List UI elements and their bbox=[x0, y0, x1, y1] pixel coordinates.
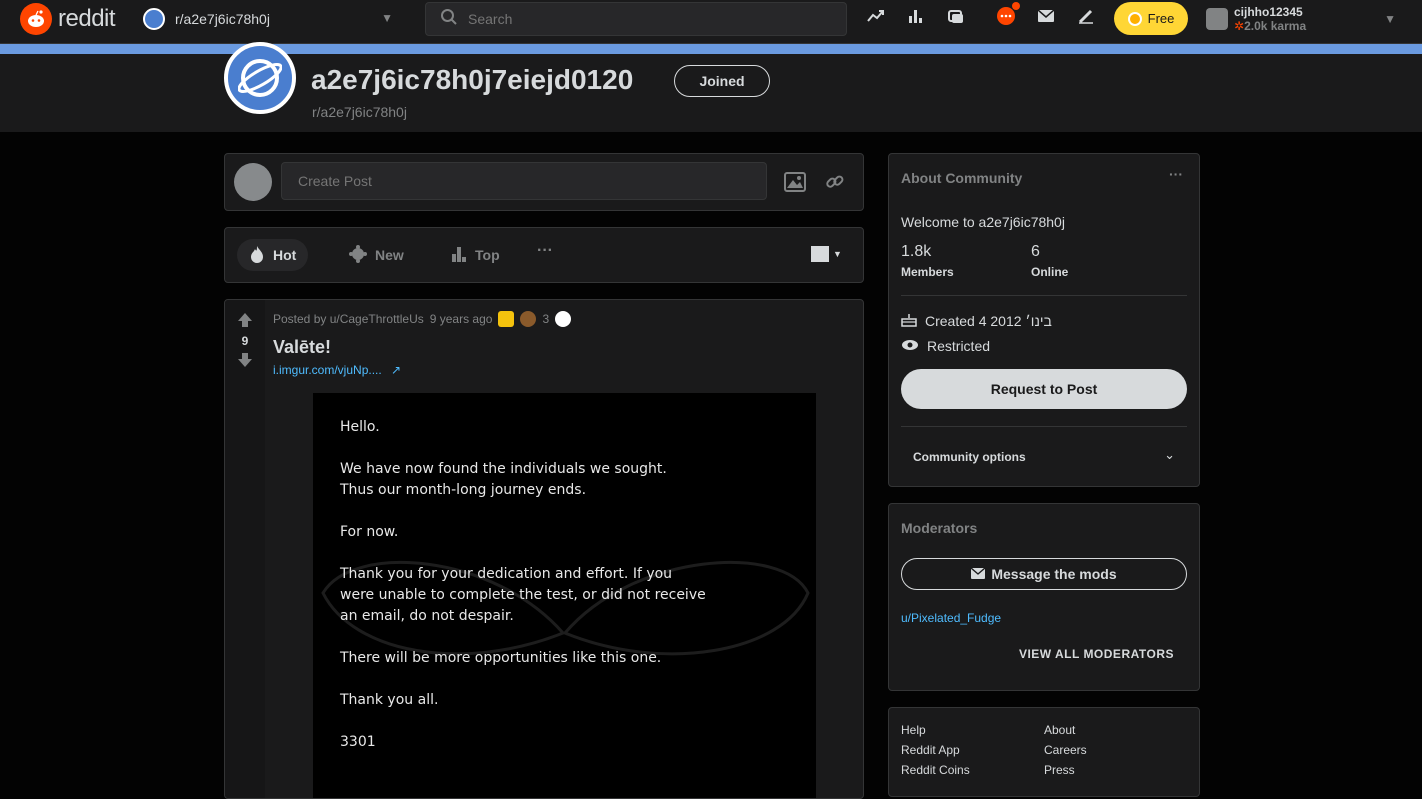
restricted-row: Restricted bbox=[901, 338, 990, 354]
joined-button[interactable]: Joined bbox=[674, 65, 770, 97]
create-post-input[interactable] bbox=[281, 162, 767, 200]
sort-bar: Hot New Top ··· ▼ bbox=[224, 227, 864, 283]
post-link[interactable]: i.imgur.com/vjuNp.... ↗ bbox=[273, 363, 401, 377]
sparkle-icon bbox=[349, 244, 367, 266]
current-community: r/a2e7j6ic78h0j bbox=[175, 11, 270, 27]
search-input[interactable] bbox=[468, 11, 828, 27]
message-mods-button[interactable]: Message the mods bbox=[901, 558, 1187, 590]
sort-new-tab[interactable]: New bbox=[337, 239, 416, 271]
create-post-box bbox=[224, 153, 864, 211]
mail-icon[interactable] bbox=[1036, 6, 1056, 26]
view-toggle-button[interactable]: ▼ bbox=[811, 246, 842, 262]
award-box-icon bbox=[498, 311, 515, 327]
user-info: cijhho12345 ✲2.0k karma bbox=[1234, 5, 1306, 33]
about-community-card: About Community ··· Welcome to a2e7j6ic7… bbox=[888, 153, 1200, 487]
cake-icon bbox=[901, 311, 917, 330]
chevron-down-icon: ▼ bbox=[1384, 12, 1396, 26]
post-author[interactable]: Posted by u/CageThrottleUs bbox=[273, 312, 424, 326]
external-link-icon: ↗ bbox=[391, 363, 402, 377]
view-all-moderators-link[interactable]: VIEW ALL MODERATORS bbox=[1019, 647, 1174, 661]
coin-icon bbox=[1127, 11, 1142, 26]
top-icon-group bbox=[866, 2, 1096, 26]
subreddit-planet-icon bbox=[224, 42, 296, 114]
sort-hot-tab[interactable]: Hot bbox=[237, 239, 309, 271]
user-avatar bbox=[1206, 8, 1228, 30]
downvote-icon[interactable] bbox=[237, 352, 253, 368]
divider bbox=[901, 295, 1187, 296]
subreddit-name: r/a2e7j6ic78h0j bbox=[312, 104, 407, 120]
divider bbox=[901, 426, 1187, 427]
search-bar[interactable] bbox=[425, 2, 847, 36]
post-meta: Posted by u/CageThrottleUs 9 years ago 3 bbox=[273, 311, 572, 327]
award-count: 3 bbox=[542, 312, 550, 326]
karma-count: ✲2.0k karma bbox=[1234, 19, 1307, 33]
request-to-post-button[interactable]: Request to Post bbox=[901, 369, 1187, 409]
community-options-toggle[interactable]: Community options bbox=[913, 450, 1026, 464]
stats-icon[interactable] bbox=[906, 6, 926, 26]
username: cijhho12345 bbox=[1234, 5, 1303, 19]
search-icon bbox=[440, 8, 458, 31]
post-title[interactable]: Valēte! bbox=[273, 337, 331, 358]
members-label: Members bbox=[901, 265, 954, 279]
upvote-icon[interactable] bbox=[237, 312, 253, 328]
sort-top-tab[interactable]: Top bbox=[439, 239, 512, 271]
subreddit-mini-icon bbox=[143, 8, 165, 30]
award-face-icon bbox=[555, 311, 572, 327]
community-switcher[interactable]: r/a2e7j6ic78h0j ▼ bbox=[143, 7, 403, 31]
karma-icon: ✲ bbox=[1234, 19, 1245, 33]
reddit-snoo-icon bbox=[20, 3, 52, 35]
chevron-down-icon: ▼ bbox=[833, 249, 842, 259]
card-view-icon bbox=[811, 246, 829, 262]
moderators-card: Moderators Message the mods u/Pixelated_… bbox=[888, 503, 1200, 691]
post-card[interactable]: 9 Posted by u/CageThrottleUs 9 years ago… bbox=[224, 299, 864, 799]
sort-more-button[interactable]: ··· bbox=[537, 242, 553, 260]
subreddit-banner bbox=[0, 44, 1422, 54]
image-icon[interactable] bbox=[783, 170, 807, 194]
mail-icon bbox=[970, 566, 986, 582]
footer-link-careers[interactable]: Careers bbox=[1044, 743, 1087, 757]
footer-link-reddit-app[interactable]: Reddit App bbox=[901, 743, 960, 757]
more-options-icon[interactable]: ··· bbox=[1169, 166, 1183, 182]
subreddit-title: a2e7j6ic78h0j7eiejd0120 bbox=[311, 64, 634, 95]
award-poop-icon bbox=[520, 311, 537, 327]
eye-icon bbox=[901, 338, 919, 354]
free-coins-button[interactable]: Free bbox=[1114, 2, 1188, 35]
trending-icon[interactable] bbox=[866, 6, 886, 26]
footer-links-card: Help Reddit App Reddit Coins About Caree… bbox=[888, 707, 1200, 797]
top-navbar: reddit r/a2e7j6ic78h0j ▼ Search Free cij… bbox=[0, 0, 1422, 44]
pencil-icon[interactable] bbox=[1076, 6, 1096, 26]
footer-link-help[interactable]: Help bbox=[901, 723, 926, 737]
online-label: Online bbox=[1031, 265, 1069, 279]
user-avatar[interactable] bbox=[234, 163, 272, 201]
notification-dot bbox=[1012, 2, 1020, 10]
chat-icon[interactable] bbox=[996, 2, 1020, 26]
link-icon[interactable] bbox=[823, 170, 847, 194]
user-menu[interactable]: cijhho12345 ✲2.0k karma ▼ bbox=[1206, 2, 1406, 36]
custom-feeds-icon[interactable] bbox=[946, 6, 966, 26]
post-age[interactable]: 9 years ago bbox=[430, 312, 493, 326]
moderators-header: Moderators bbox=[901, 520, 978, 536]
members-count: 1.8k bbox=[901, 243, 932, 260]
footer-link-press[interactable]: Press bbox=[1044, 763, 1075, 777]
chevron-down-icon[interactable]: ⌄ bbox=[1164, 447, 1175, 463]
image-text: Hello. We have now found the individuals… bbox=[340, 419, 706, 750]
moderator-link[interactable]: u/Pixelated_Fudge bbox=[901, 611, 1001, 625]
footer-link-reddit-coins[interactable]: Reddit Coins bbox=[901, 763, 970, 777]
free-label: Free bbox=[1147, 11, 1175, 26]
welcome-text: Welcome to a2e7j6ic78h0j bbox=[901, 214, 1065, 230]
vote-column: 9 bbox=[225, 300, 265, 798]
chevron-down-icon: ▼ bbox=[381, 11, 393, 25]
reddit-logo[interactable]: reddit bbox=[20, 3, 116, 35]
post-image[interactable]: Hello. We have now found the individuals… bbox=[313, 393, 816, 798]
flame-icon bbox=[249, 245, 265, 266]
created-row: Created 4 בינו׳ 2012 bbox=[901, 311, 1052, 330]
restricted-label: Restricted bbox=[927, 338, 991, 354]
about-header: About Community bbox=[901, 170, 1023, 186]
created-date: Created 4 בינו׳ 2012 bbox=[925, 312, 1052, 329]
footer-link-about[interactable]: About bbox=[1044, 723, 1075, 737]
vote-count: 9 bbox=[241, 334, 249, 348]
logo-text: reddit bbox=[58, 5, 116, 32]
online-count: 6 bbox=[1031, 243, 1040, 260]
top-chart-icon bbox=[451, 245, 467, 266]
